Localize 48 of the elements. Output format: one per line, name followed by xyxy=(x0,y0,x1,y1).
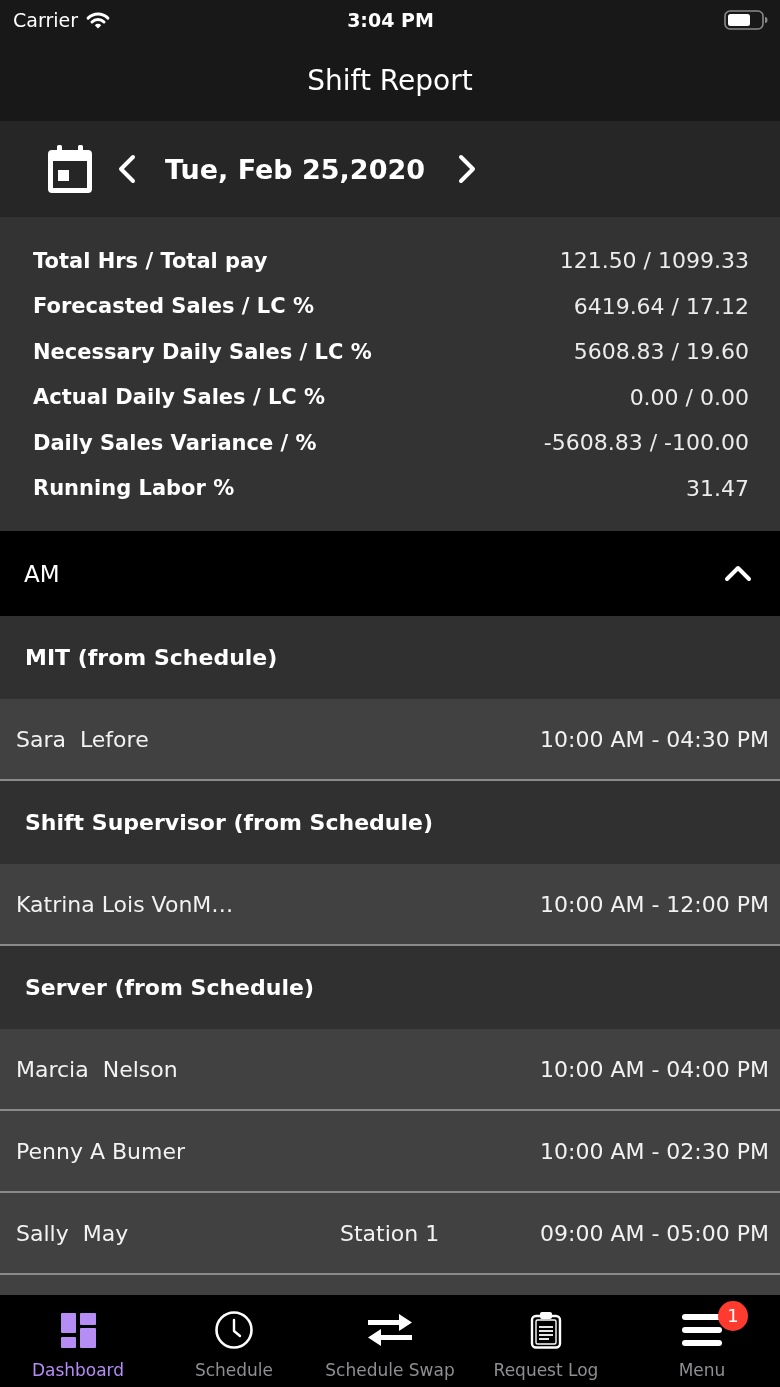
tab-item[interactable]: Schedule Swap xyxy=(312,1295,468,1387)
shift-time: 10:00 AM - 12:00 PM xyxy=(540,891,769,917)
employee-name: Sally May xyxy=(16,1220,130,1246)
summary-value: 121.50 / 1099.33 xyxy=(559,248,749,274)
wifi-icon xyxy=(85,10,111,30)
group-header: Shift Supervisor (from Schedule) xyxy=(0,781,780,864)
employee-name: Katrina Lois VonM… xyxy=(16,891,235,917)
summary-label: Actual Daily Sales / LC % xyxy=(33,385,326,410)
station-label: Station 1 xyxy=(340,1220,440,1246)
shift-time: 10:00 AM - 04:00 PM xyxy=(540,1056,769,1082)
chevron-left-icon[interactable] xyxy=(118,154,136,184)
summary-label: Total Hrs / Total pay xyxy=(33,248,268,273)
battery-icon xyxy=(724,10,768,30)
chevron-right-icon[interactable] xyxy=(458,154,476,184)
status-time: 3:04 PM xyxy=(347,9,434,31)
shift-time: 09:00 AM - 05:00 PM xyxy=(540,1220,769,1246)
summary-value: 6419.64 / 17.12 xyxy=(573,293,749,319)
group-header: Server (from Schedule) xyxy=(0,946,780,1029)
summary-label: Forecasted Sales / LC % xyxy=(33,294,314,319)
shift-time: 10:00 AM - 02:30 PM xyxy=(540,1138,769,1164)
employee-name: Penny A Bumer xyxy=(16,1138,186,1164)
summary-value: 31.47 xyxy=(686,475,749,501)
tab-item[interactable]: Schedule xyxy=(156,1295,312,1387)
section-header[interactable]: AM xyxy=(0,531,780,616)
tab-item[interactable]: Menu 1 xyxy=(624,1295,780,1387)
shift-time: 10:00 AM - 04:30 PM xyxy=(540,726,769,752)
tab-item[interactable]: Dashboard xyxy=(0,1295,156,1387)
notification-badge: 1 xyxy=(718,1301,748,1331)
chevron-up-icon xyxy=(724,565,752,582)
screen-title: Shift Report xyxy=(307,64,473,97)
clipboard-icon xyxy=(530,1311,562,1349)
employee-name: Sara Lefore xyxy=(16,726,150,752)
date-label: Tue, Feb 25,2020 xyxy=(165,153,425,185)
menu-icon xyxy=(682,1314,722,1346)
summary-label: Daily Sales Variance / % xyxy=(33,430,317,455)
summary-label: Running Labor % xyxy=(33,476,235,501)
group-header: MIT (from Schedule) xyxy=(0,616,780,699)
summary-label: Necessary Daily Sales / LC % xyxy=(33,339,372,364)
summary-value: 5608.83 / 19.60 xyxy=(573,339,749,365)
swap-arrows-icon xyxy=(368,1313,412,1347)
summary-value: -5608.83 / -100.00 xyxy=(543,430,749,456)
carrier-name: Carrier xyxy=(13,9,78,31)
employee-name: Marcia Nelson xyxy=(16,1056,179,1082)
tab-item[interactable]: Request Log xyxy=(468,1295,624,1387)
dashboard-grid-icon xyxy=(60,1312,96,1348)
summary-value: 0.00 / 0.00 xyxy=(629,384,749,410)
clock-icon xyxy=(215,1311,253,1349)
calendar-icon[interactable] xyxy=(48,145,92,193)
